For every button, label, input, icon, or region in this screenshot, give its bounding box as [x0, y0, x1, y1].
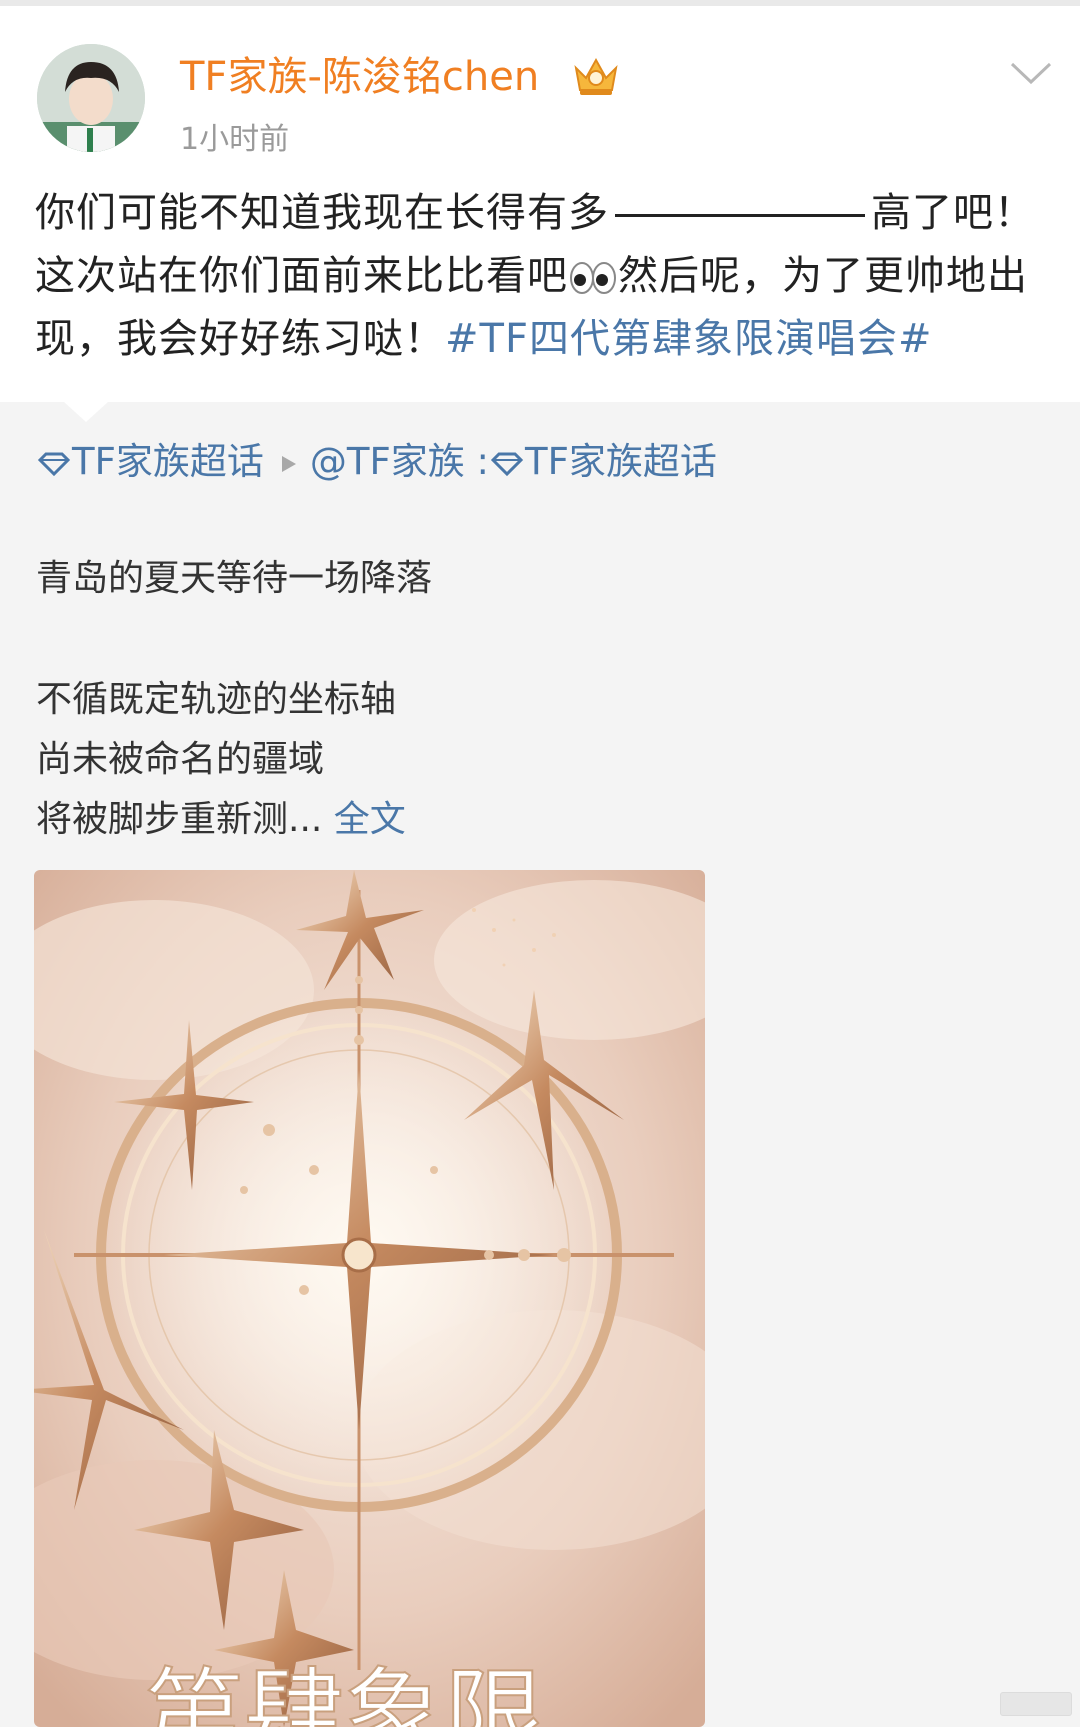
- user-avatar[interactable]: [37, 44, 145, 152]
- repost-line-text: 将被脚步重新测...: [36, 799, 323, 840]
- super-topic-icon: [37, 452, 71, 476]
- scroll-handle[interactable]: [1000, 1692, 1072, 1716]
- repost-line-last: 将被脚步重新测... 全文: [36, 796, 406, 844]
- full-text-link[interactable]: 全文: [334, 799, 406, 840]
- repost-notch: [64, 402, 108, 422]
- concert-poster-image[interactable]: 第肆象限: [34, 870, 705, 1727]
- repost-line: 尚未被命名的疆域: [36, 739, 325, 780]
- repost-header: TF家族超话 @TF家族 : TF家族超话: [36, 438, 717, 486]
- em-dash-line: [615, 213, 865, 217]
- vip-crown-icon[interactable]: [570, 54, 622, 98]
- content-text-1: 你们可能不知道我现在长得有多: [35, 190, 609, 236]
- post-content: 你们可能不知道我现在长得有多 高了吧！这次站在你们面前来比比看吧 然后呢，为了更帅地…: [35, 182, 1045, 371]
- hashtag-link[interactable]: #TF四代第肆象限演唱会#: [445, 316, 932, 362]
- post-time: 1小时前: [180, 122, 290, 157]
- super-topic-link-2[interactable]: TF家族超话: [525, 440, 717, 483]
- poster-title-text: 第肆象限: [144, 1657, 544, 1727]
- repost-line: 青岛的夏天等待一场降落: [36, 558, 433, 599]
- super-topic-icon-2: [490, 452, 524, 476]
- repost-user-link[interactable]: @TF家族: [310, 440, 465, 483]
- eyes-emoji-icon: [570, 262, 616, 294]
- super-topic-link[interactable]: TF家族超话: [72, 440, 264, 483]
- username[interactable]: TF家族-陈浚铭chen: [180, 52, 539, 102]
- repost-line: 不循既定轨迹的坐标轴: [36, 679, 397, 720]
- arrow-right-icon: [281, 455, 296, 472]
- chevron-down-icon[interactable]: [1008, 58, 1054, 88]
